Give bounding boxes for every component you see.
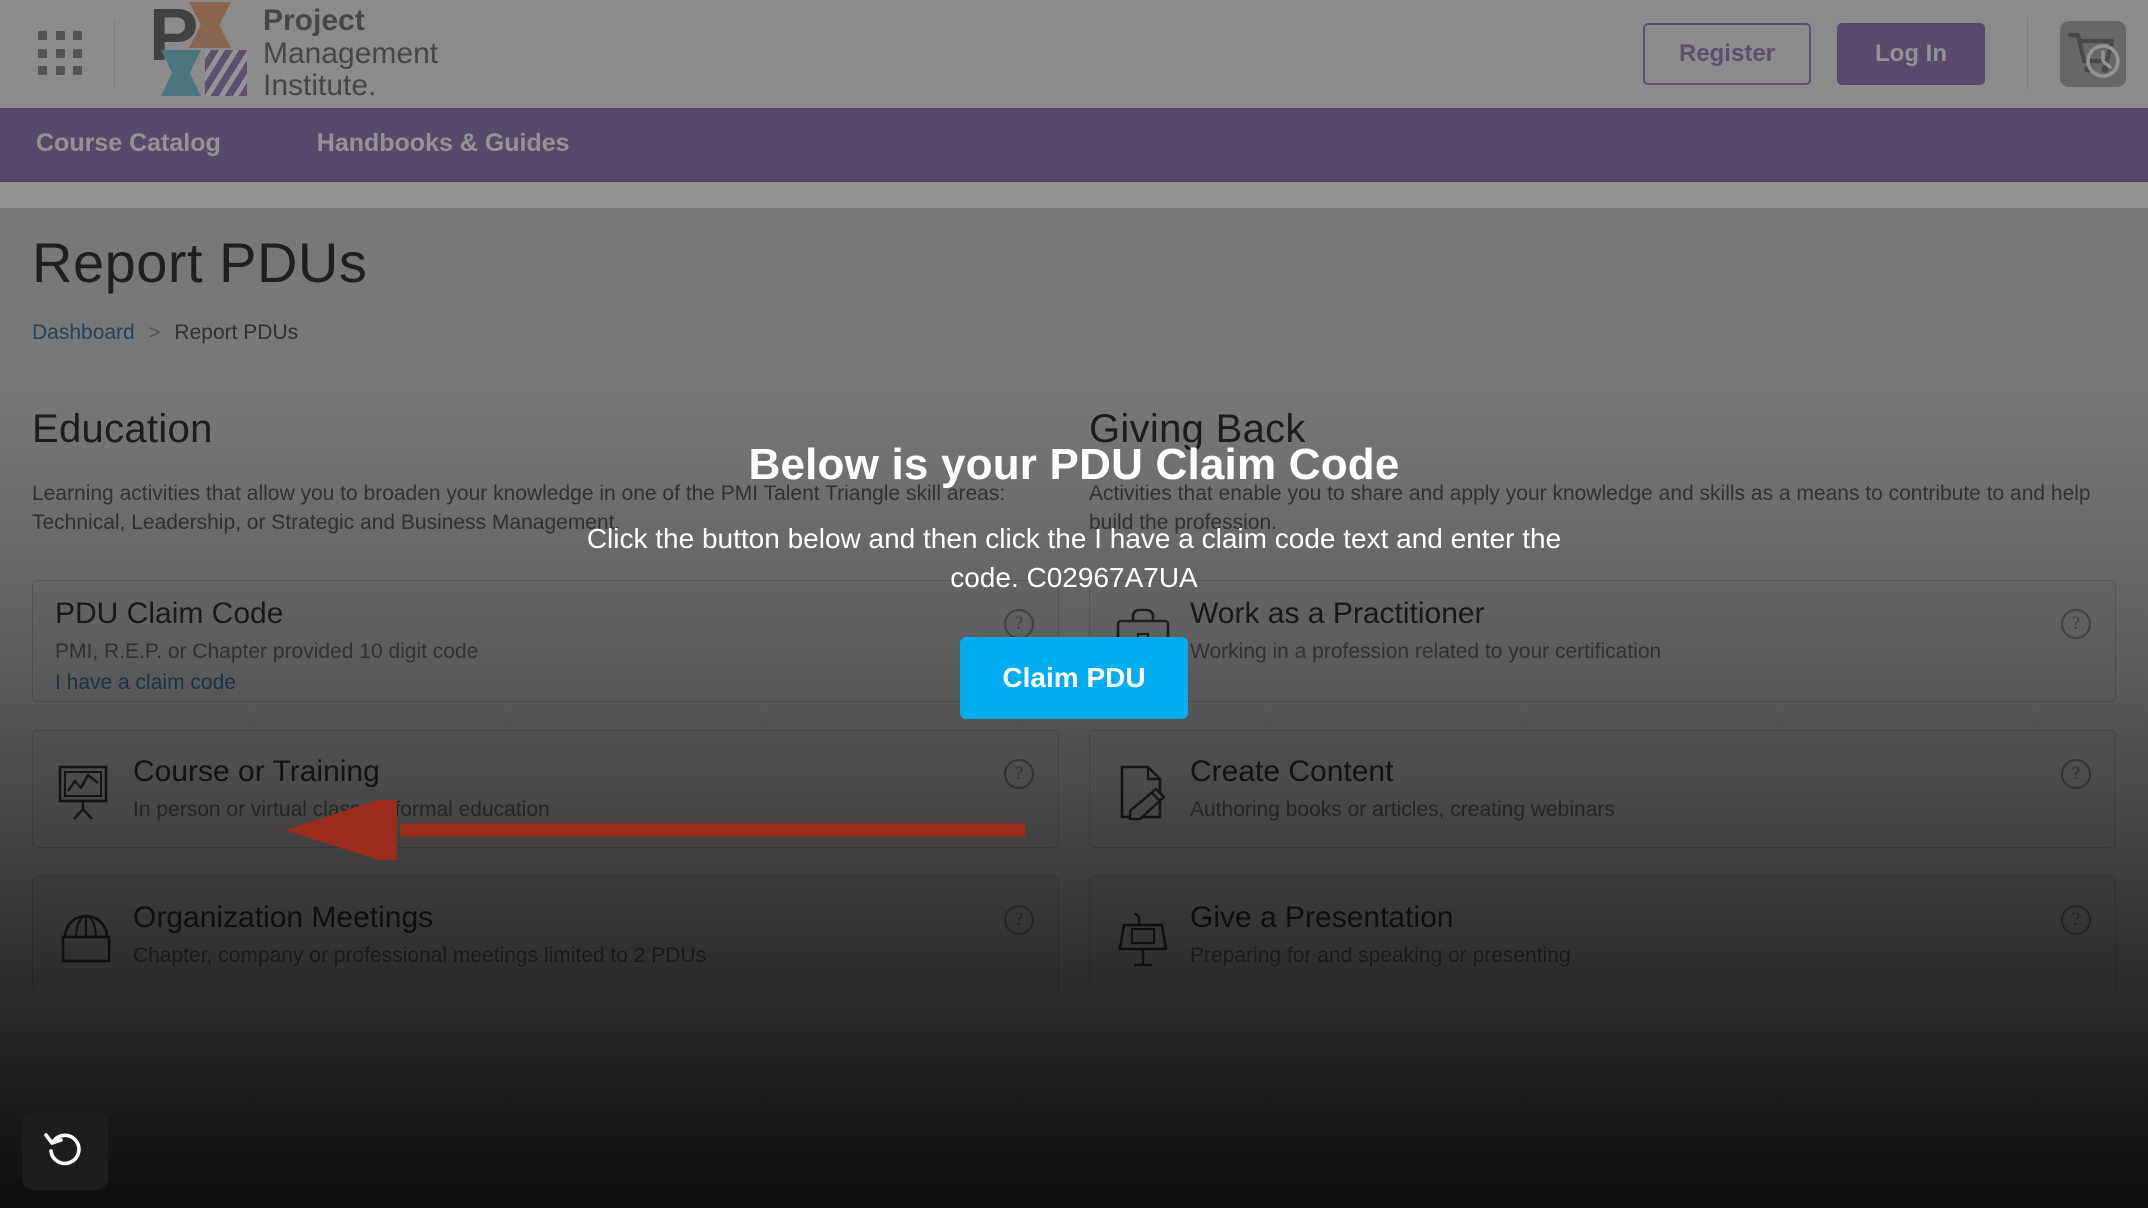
- help-icon[interactable]: ?: [2061, 758, 2091, 789]
- card-work-as-a-practitioner[interactable]: Work as a Practitioner Working in a prof…: [1089, 579, 2116, 702]
- pmi-logo-wordmark: Project Management Institute.: [263, 4, 439, 103]
- login-button[interactable]: Log In: [1837, 23, 1985, 85]
- education-column: Education Learning activities that allow…: [32, 407, 1059, 1022]
- podium-icon: [1112, 907, 1174, 969]
- card-body: PDU Claim Code PMI, R.E.P. or Chapter pr…: [55, 597, 1034, 695]
- card-course-or-training[interactable]: Course or Training In person or virtual …: [32, 729, 1059, 848]
- giving-back-column: Giving Back Activities that enable you t…: [1089, 407, 2116, 1022]
- card-body: Course or Training In person or virtual …: [133, 755, 1034, 822]
- card-subtitle: Working in a profession related to your …: [1190, 639, 1662, 663]
- card-pdu-claim-code[interactable]: PDU Claim Code PMI, R.E.P. or Chapter pr…: [32, 579, 1059, 702]
- card-organization-meetings[interactable]: Organization Meetings Chapter, company o…: [32, 875, 1059, 994]
- breadcrumb-dashboard-link[interactable]: Dashboard: [32, 321, 135, 345]
- card-body: Create Content Authoring books or articl…: [1190, 755, 2091, 822]
- education-cards: PDU Claim Code PMI, R.E.P. or Chapter pr…: [32, 579, 1059, 994]
- main-nav: Course Catalog Handbooks & Guides: [0, 108, 2148, 182]
- education-description: Learning activities that allow you to br…: [32, 482, 1006, 534]
- breadcrumb-separator: >: [148, 321, 161, 344]
- card-subtitle: Preparing for and speaking or presenting: [1190, 944, 1571, 968]
- topbar-divider-2: [2027, 18, 2028, 90]
- apps-grid-icon[interactable]: [38, 31, 84, 77]
- card-body: Give a Presentation Preparing for and sp…: [1190, 901, 2091, 968]
- card-title: Give a Presentation: [1190, 901, 1454, 935]
- document-pencil-icon: [1112, 761, 1174, 823]
- card-subtitle: In person or virtual classes, formal edu…: [133, 798, 550, 822]
- card-body: Work as a Practitioner Working in a prof…: [1190, 597, 2091, 664]
- register-button[interactable]: Register: [1643, 23, 1811, 85]
- help-icon[interactable]: ?: [2061, 904, 2091, 935]
- help-icon[interactable]: ?: [1004, 608, 1034, 639]
- help-icon[interactable]: ?: [1004, 904, 1034, 935]
- nav-item-course-catalog[interactable]: Course Catalog: [36, 129, 221, 158]
- top-utility-bar: P Project Management Institute. Register…: [0, 0, 2148, 108]
- card-title: PDU Claim Code: [55, 596, 284, 630]
- card-body: Organization Meetings Chapter, company o…: [133, 901, 1034, 968]
- logo-line-2: Management: [263, 36, 439, 70]
- giving-back-heading: Giving Back: [1089, 407, 1306, 451]
- card-create-content[interactable]: Create Content Authoring books or articl…: [1089, 729, 2116, 848]
- giving-back-cards: Work as a Practitioner Working in a prof…: [1089, 579, 2116, 994]
- presentation-board-icon: [55, 761, 117, 823]
- card-title: Work as a Practitioner: [1190, 596, 1485, 630]
- topbar-divider: [114, 21, 115, 87]
- topbar-actions: Register Log In: [1643, 0, 2148, 108]
- screen: P Project Management Institute. Register…: [0, 0, 2148, 1208]
- main-content: Report PDUs Dashboard > Report PDUs Educ…: [0, 182, 2148, 1022]
- pmi-logo-mark-icon: P: [149, 0, 249, 100]
- logo-line-1: Project: [263, 4, 365, 38]
- page-content: P Project Management Institute. Register…: [0, 0, 2148, 1208]
- cart-clock-icon[interactable]: [2060, 21, 2126, 87]
- breadcrumb: Dashboard > Report PDUs: [32, 321, 2116, 345]
- card-title: Organization Meetings: [133, 901, 434, 935]
- undo-rotate-button[interactable]: [22, 1112, 108, 1190]
- education-heading: Education: [32, 407, 213, 451]
- card-subtitle: Authoring books or articles, creating we…: [1190, 798, 1615, 822]
- logo-line-3: Institute.: [263, 69, 377, 103]
- card-subtitle: Chapter, company or professional meeting…: [133, 944, 707, 968]
- i-have-a-claim-code-link[interactable]: I have a claim code: [55, 671, 236, 695]
- nav-item-handbooks-guides[interactable]: Handbooks & Guides: [317, 129, 570, 158]
- claim-pdu-button[interactable]: Claim PDU: [960, 637, 1188, 719]
- card-title: Course or Training: [133, 755, 380, 789]
- pmi-logo[interactable]: P Project Management Institute.: [149, 0, 438, 108]
- page-title: Report PDUs: [32, 231, 368, 294]
- undo-rotate-icon: [44, 1133, 81, 1166]
- meeting-icon: [55, 907, 117, 969]
- card-title: Create Content: [1190, 755, 1394, 789]
- help-icon[interactable]: ?: [1004, 758, 1034, 789]
- giving-back-description: Activities that enable you to share and …: [1089, 482, 2091, 534]
- card-subtitle: PMI, R.E.P. or Chapter provided 10 digit…: [55, 639, 479, 663]
- card-give-a-presentation[interactable]: Give a Presentation Preparing for and sp…: [1089, 875, 2116, 994]
- help-icon[interactable]: ?: [2061, 608, 2091, 639]
- breadcrumb-current: Report PDUs: [174, 321, 299, 344]
